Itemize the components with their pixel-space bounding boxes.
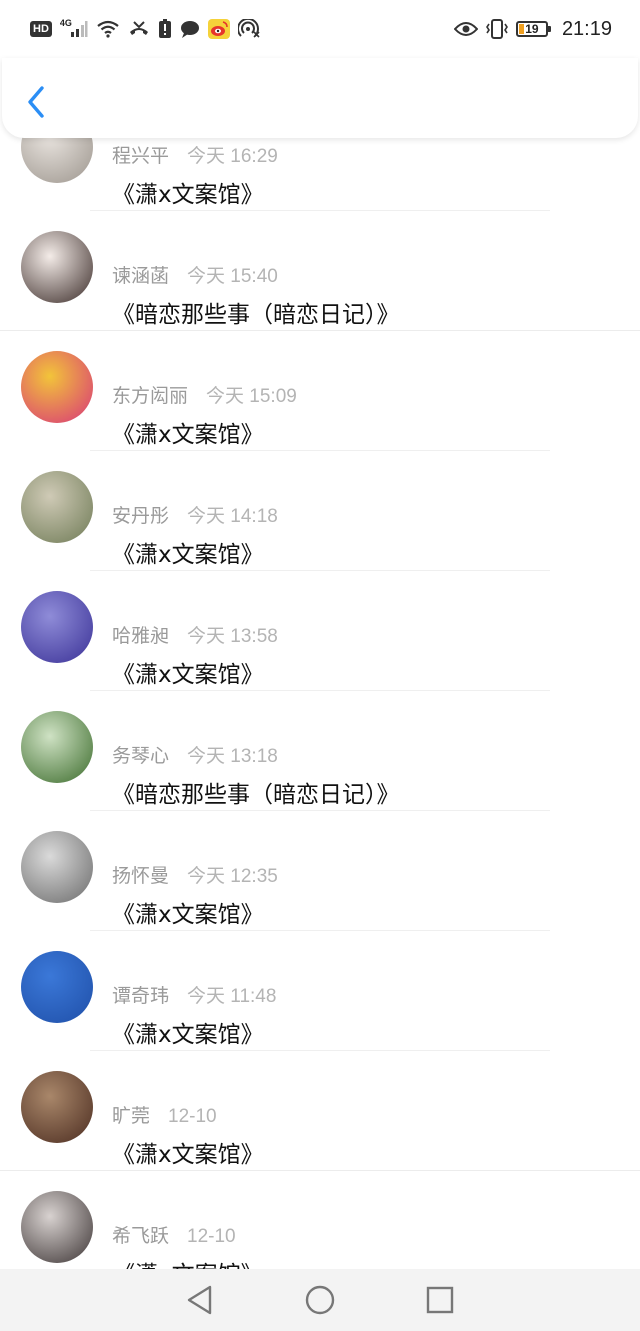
message-time: 今天 13:18: [187, 746, 278, 767]
avatar: [21, 711, 93, 783]
message-title: 《潇x文案馆》: [112, 182, 264, 208]
signal-icon: 4G: [59, 18, 88, 38]
triangle-back-icon: [187, 1285, 212, 1315]
status-bar-right: 19 21:19: [453, 17, 612, 41]
message-title: 《暗恋那些事（暗恋日记）》: [112, 782, 400, 808]
list-item[interactable]: 安丹彤 今天 14:18 《潇x文案馆》: [0, 451, 640, 571]
sender-line: 谏涵菡 今天 15:40: [112, 261, 278, 288]
sender-name: 谏涵菡: [112, 265, 170, 287]
missed-call-icon: [128, 20, 150, 38]
avatar: [21, 951, 93, 1023]
list-item[interactable]: 谏涵菡 今天 15:40 《暗恋那些事（暗恋日记）》: [0, 211, 640, 331]
battery-fill: [518, 24, 524, 34]
message-title: 《潇x文案馆》: [112, 662, 264, 688]
sender-line: 务琴心 今天 13:18: [112, 741, 278, 768]
message-title: 《潇x文案馆》: [112, 422, 264, 448]
hotspot-icon: [237, 19, 260, 39]
back-button[interactable]: [20, 82, 52, 122]
avatar: [21, 471, 93, 543]
list-item[interactable]: 旷莞 12-10 《潇x文案馆》: [0, 1051, 640, 1171]
message-time: 12-10: [168, 1106, 217, 1127]
sender-name: 务琴心: [112, 745, 170, 767]
message-time: 今天 15:09: [206, 386, 297, 407]
avatar: [21, 231, 93, 303]
list-item[interactable]: 谭奇玮 今天 11:48 《潇x文案馆》: [0, 931, 640, 1051]
list-item[interactable]: 东方闳丽 今天 15:09 《潇x文案馆》: [0, 331, 640, 451]
message-time: 今天 13:58: [187, 626, 278, 647]
sender-name: 扬怀曼: [112, 865, 170, 887]
battery-level: 19: [525, 22, 539, 36]
status-bar: HD 4G 19 21:19: [0, 0, 640, 58]
sender-name: 希飞跃: [112, 1225, 170, 1247]
system-nav-bar: [0, 1269, 640, 1331]
hd-badge-icon: HD: [30, 21, 52, 37]
nav-recents-button[interactable]: [415, 1275, 465, 1325]
message-time: 今天 16:29: [187, 146, 278, 167]
battery-icon: 19: [515, 21, 551, 37]
message-title: 《潇x文案馆》: [112, 1142, 264, 1168]
sender-name: 程兴平: [112, 145, 170, 167]
alert-icon: [158, 19, 172, 39]
sender-line: 扬怀曼 今天 12:35: [112, 861, 278, 888]
message-time: 今天 12:35: [187, 866, 278, 887]
sender-line: 程兴平 今天 16:29: [112, 141, 278, 168]
message-time: 今天 11:48: [187, 986, 277, 1007]
chevron-left-icon: [28, 86, 44, 118]
message-time: 今天 14:18: [187, 506, 278, 527]
sender-line: 安丹彤 今天 14:18: [112, 501, 278, 528]
avatar: [21, 351, 93, 423]
avatar: [21, 1071, 93, 1143]
network-type-label: 4G: [59, 18, 72, 28]
square-recents-icon: [426, 1286, 454, 1314]
sender-name: 哈雅昶: [112, 625, 170, 647]
clock: 21:19: [561, 17, 612, 40]
sender-name: 安丹彤: [112, 505, 170, 527]
sender-name: 谭奇玮: [112, 985, 170, 1007]
weibo-icon: [207, 19, 230, 39]
wifi-icon: [96, 20, 120, 38]
chat-bubble-icon: [180, 20, 200, 38]
header-bar: [2, 58, 638, 138]
message-title: 《暗恋那些事（暗恋日记）》: [112, 302, 400, 328]
avatar: [21, 591, 93, 663]
message-time: 今天 15:40: [187, 266, 278, 287]
circle-home-icon: [305, 1285, 335, 1315]
avatar: [21, 831, 93, 903]
list-item[interactable]: 务琴心 今天 13:18 《暗恋那些事（暗恋日记）》: [0, 691, 640, 811]
list-item[interactable]: 哈雅昶 今天 13:58 《潇x文案馆》: [0, 571, 640, 691]
sender-line: 希飞跃 12-10: [112, 1221, 236, 1248]
vibrate-icon: [485, 19, 508, 39]
message-title: 《潇x文案馆》: [112, 542, 264, 568]
sender-name: 旷莞: [112, 1105, 151, 1127]
sender-line: 哈雅昶 今天 13:58: [112, 621, 278, 648]
message-time: 12-10: [187, 1226, 236, 1247]
sender-line: 谭奇玮 今天 11:48: [112, 981, 276, 1008]
nav-home-button[interactable]: [295, 1275, 345, 1325]
message-list: 程兴平 今天 16:29 《潇x文案馆》 谏涵菡 今天 15:40 《暗恋那些事…: [0, 91, 640, 1291]
screen: HD 4G 19 21:19 程兴平 今天 16:29 《潇x文案馆》 谏涵菡 …: [0, 0, 640, 1331]
sender-name: 东方闳丽: [112, 385, 189, 407]
sender-line: 东方闳丽 今天 15:09: [112, 381, 297, 408]
avatar: [21, 1191, 93, 1263]
list-item[interactable]: 扬怀曼 今天 12:35 《潇x文案馆》: [0, 811, 640, 931]
message-title: 《潇x文案馆》: [112, 1022, 264, 1048]
sender-line: 旷莞 12-10: [112, 1101, 217, 1128]
message-title: 《潇x文案馆》: [112, 902, 264, 928]
status-bar-left: HD 4G: [30, 18, 260, 39]
nav-back-button[interactable]: [175, 1275, 225, 1325]
eye-icon: [453, 21, 478, 37]
